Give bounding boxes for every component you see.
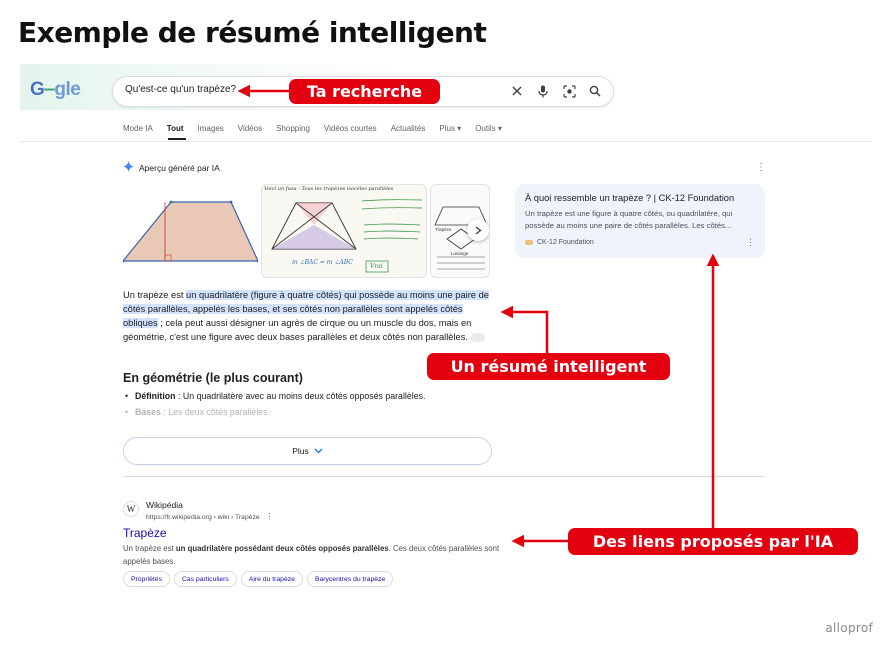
result-sitelinks: Propriétés Cas particuliers Aire du trap… <box>123 571 394 587</box>
tab-outils-label: Outils <box>475 124 496 133</box>
diagram-label-trapeze: Trapèze <box>435 227 452 232</box>
tab-plus-label: Plus <box>439 124 455 133</box>
result-menu-icon[interactable]: ⋮ <box>266 512 274 521</box>
logo-letter: gle <box>54 79 81 100</box>
result-site-name[interactable]: Wikipédia <box>146 500 183 510</box>
more-button[interactable]: Plus <box>123 437 492 465</box>
list-item: Bases : Les deux côtés parallèles. <box>123 407 493 417</box>
trapezoid-image-1[interactable] <box>123 184 258 278</box>
alloprof-logo: alloprof <box>825 621 873 635</box>
result-url[interactable]: https://fr.wikipedia.org › wiki › Trapèz… <box>146 512 274 521</box>
diagram-label-losange: Losange <box>451 251 469 256</box>
tab-outils[interactable]: Outils ▾ <box>475 124 502 133</box>
callout-summary: Un résumé intelligent <box>427 353 670 380</box>
ck12-favicon-icon <box>525 240 533 245</box>
source-card-site: CK-12 Foundation <box>525 239 594 246</box>
tab-videos[interactable]: Vidéos <box>238 124 262 133</box>
sitelink-chip[interactable]: Aire du trapèze <box>240 571 303 587</box>
active-tab-indicator <box>168 138 186 140</box>
section-title: En géométrie (le plus courant) <box>123 371 303 385</box>
result-title[interactable]: Trapèze <box>123 526 167 540</box>
definition: : Un quadrilatère avec au moins deux côt… <box>175 391 426 401</box>
result-snippet: Un trapèze est un quadrilatère possédant… <box>123 542 513 568</box>
term: Définition <box>135 391 176 401</box>
snippet-bold: un quadrilatère possédant deux côtés opp… <box>175 544 389 553</box>
chevron-down-icon <box>314 448 323 454</box>
term: Bases <box>135 407 161 417</box>
image-next-button[interactable] <box>467 219 489 241</box>
logo-letter: ‒ <box>44 79 55 100</box>
ai-source-card[interactable]: À quoi ressemble un trapèze ? | CK-12 Fo… <box>515 184 765 258</box>
tab-mode-ia[interactable]: Mode IA <box>123 124 153 133</box>
source-card-title[interactable]: À quoi ressemble un trapèze ? | CK-12 Fo… <box>525 193 755 203</box>
page-title: Exemple de résumé intelligent <box>18 16 487 49</box>
source-link-icon[interactable] <box>470 333 485 343</box>
trapezoid-image-2[interactable]: Voici un fusu : Tous les trapèzes isocèl… <box>261 184 427 278</box>
sitelink-chip[interactable]: Propriétés <box>123 571 170 587</box>
chevron-down-icon: ▾ <box>457 124 462 133</box>
callout-search: Ta recherche <box>289 79 440 104</box>
lens-icon[interactable] <box>561 83 577 99</box>
definition: : Les deux côtés parallèles. <box>160 407 270 417</box>
tab-shopping[interactable]: Shopping <box>276 124 310 133</box>
wikipedia-favicon-icon: W <box>123 501 139 517</box>
more-button-label: Plus <box>292 446 309 456</box>
snippet-part: Un trapèze est <box>123 544 176 553</box>
sitelink-chip[interactable]: Barycentres du trapèze <box>306 571 394 587</box>
definition-list: Définition : Un quadrilatère avec au moi… <box>123 391 493 423</box>
chevron-down-icon: ▾ <box>497 124 502 133</box>
sitelink-chip[interactable]: Cas particuliers <box>173 571 237 587</box>
source-card-snippet: Un trapèze est une figure à quatre côtés… <box>525 209 733 230</box>
logo-letter: G <box>30 79 45 100</box>
vrai-label: Vrai <box>370 263 383 270</box>
tab-tout[interactable]: Tout <box>167 124 184 133</box>
microphone-icon[interactable] <box>535 83 551 99</box>
search-tabs: Mode IA Tout Images Vidéos Shopping Vidé… <box>123 124 502 133</box>
chevron-right-icon <box>475 225 482 235</box>
summary-rest: ; cela peut aussi désigner un agrès de c… <box>123 318 472 342</box>
tab-actualites[interactable]: Actualités <box>391 124 426 133</box>
clear-icon[interactable] <box>509 83 525 99</box>
source-card-site-name: CK-12 Foundation <box>537 239 594 246</box>
tab-plus[interactable]: Plus ▾ <box>439 124 461 133</box>
ai-overview-title: Aperçu généré par IA <box>139 162 220 173</box>
summary-intro: Un trapèze est <box>123 290 187 300</box>
tab-videos-courtes[interactable]: Vidéos courtes <box>324 124 377 133</box>
ai-summary: Un trapèze est un quadrilatère (figure à… <box>123 288 495 344</box>
list-item: Définition : Un quadrilatère avec au moi… <box>123 391 493 401</box>
trapezoid-image-3[interactable]: Trapèze Losange <box>430 184 490 278</box>
tab-images[interactable]: Images <box>198 124 224 133</box>
ai-overview-menu-icon[interactable]: ⋮ <box>756 163 766 173</box>
search-icon[interactable] <box>587 83 603 99</box>
callout-links: Des liens proposés par l'IA <box>568 528 858 555</box>
tabs-divider <box>20 141 872 142</box>
section-divider <box>123 476 765 477</box>
source-card-menu-icon[interactable]: ⋮ <box>746 238 755 247</box>
sparkle-icon <box>123 161 134 174</box>
handwritten-text: Voici un fusu : Tous les trapèzes isocèl… <box>264 186 394 192</box>
ai-image-strip: Voici un fusu : Tous les trapèzes isocèl… <box>123 184 493 278</box>
google-logo[interactable]: G‒gle <box>30 79 81 101</box>
ai-overview-header: Aperçu généré par IA <box>123 161 220 174</box>
angle-formula: m ∠BAC = m ∠ABC <box>292 259 353 266</box>
result-url-text: https://fr.wikipedia.org › wiki › Trapèz… <box>146 514 260 521</box>
